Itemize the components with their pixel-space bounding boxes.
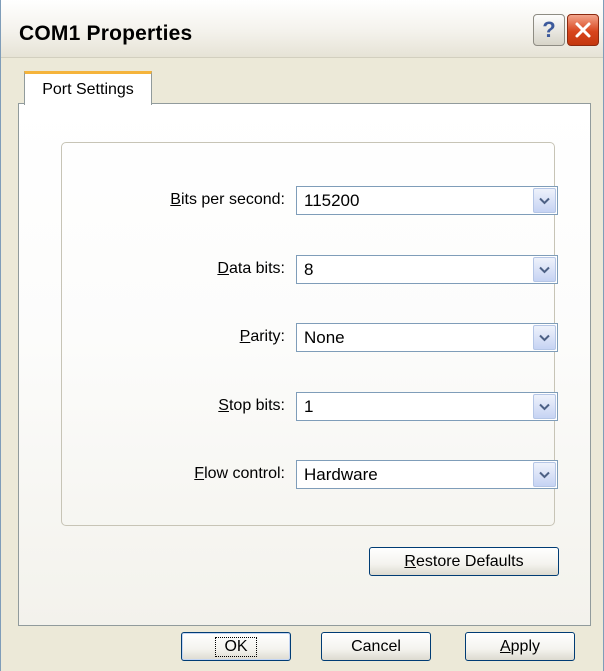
data-bits-value: 8 [304, 260, 314, 279]
restore-defaults-button[interactable]: Restore Defaults [369, 547, 559, 576]
chevron-down-icon [539, 334, 550, 341]
stop-bits-select[interactable]: 1 [296, 392, 558, 421]
parity-select[interactable]: None [296, 323, 558, 352]
parity-value: None [304, 328, 345, 347]
title-bar[interactable]: COM1 Properties ? [1, 0, 603, 58]
cancel-label: Cancel [351, 637, 401, 655]
dropdown-button[interactable] [533, 325, 556, 350]
flow-control-label: Flow control: [194, 465, 285, 482]
tab-label: Port Settings [42, 80, 134, 98]
cancel-button[interactable]: Cancel [321, 632, 431, 661]
port-settings-panel: Bits per second: 115200 Data bits: 8 Par… [18, 103, 591, 626]
dropdown-button[interactable] [533, 188, 556, 213]
parity-label: Parity: [239, 328, 285, 345]
apply-label: Apply [499, 637, 541, 655]
stop-bits-label: Stop bits: [218, 397, 285, 414]
stop-bits-value: 1 [304, 397, 314, 416]
chevron-down-icon [539, 266, 550, 273]
close-x-icon [575, 22, 591, 38]
chevron-down-icon [539, 471, 550, 478]
bits-per-second-label: Bits per second: [170, 191, 285, 208]
chevron-down-icon [539, 197, 550, 204]
restore-defaults-label: Restore Defaults [404, 552, 524, 570]
ok-button[interactable]: OK [181, 632, 291, 661]
data-bits-label: Data bits: [217, 260, 285, 277]
dropdown-button[interactable] [533, 394, 556, 419]
dropdown-button[interactable] [533, 462, 556, 487]
flow-control-value: Hardware [304, 465, 378, 484]
help-button[interactable]: ? [533, 14, 565, 46]
tab-port-settings[interactable]: Port Settings [24, 71, 152, 105]
window-title: COM1 Properties [19, 22, 193, 45]
data-bits-select[interactable]: 8 [296, 255, 558, 284]
chevron-down-icon [539, 403, 550, 410]
apply-button[interactable]: Apply [465, 632, 575, 661]
bits-per-second-value: 115200 [304, 191, 360, 210]
flow-control-select[interactable]: Hardware [296, 460, 558, 489]
settings-group: Bits per second: 115200 Data bits: 8 Par… [61, 142, 558, 526]
close-button[interactable] [567, 14, 599, 46]
dialog-window: COM1 Properties ? Port Settings Bits per… [0, 0, 604, 671]
bits-per-second-select[interactable]: 115200 [296, 186, 558, 215]
question-mark-icon: ? [542, 17, 556, 42]
dropdown-button[interactable] [533, 257, 556, 282]
ok-label: OK [215, 636, 257, 657]
